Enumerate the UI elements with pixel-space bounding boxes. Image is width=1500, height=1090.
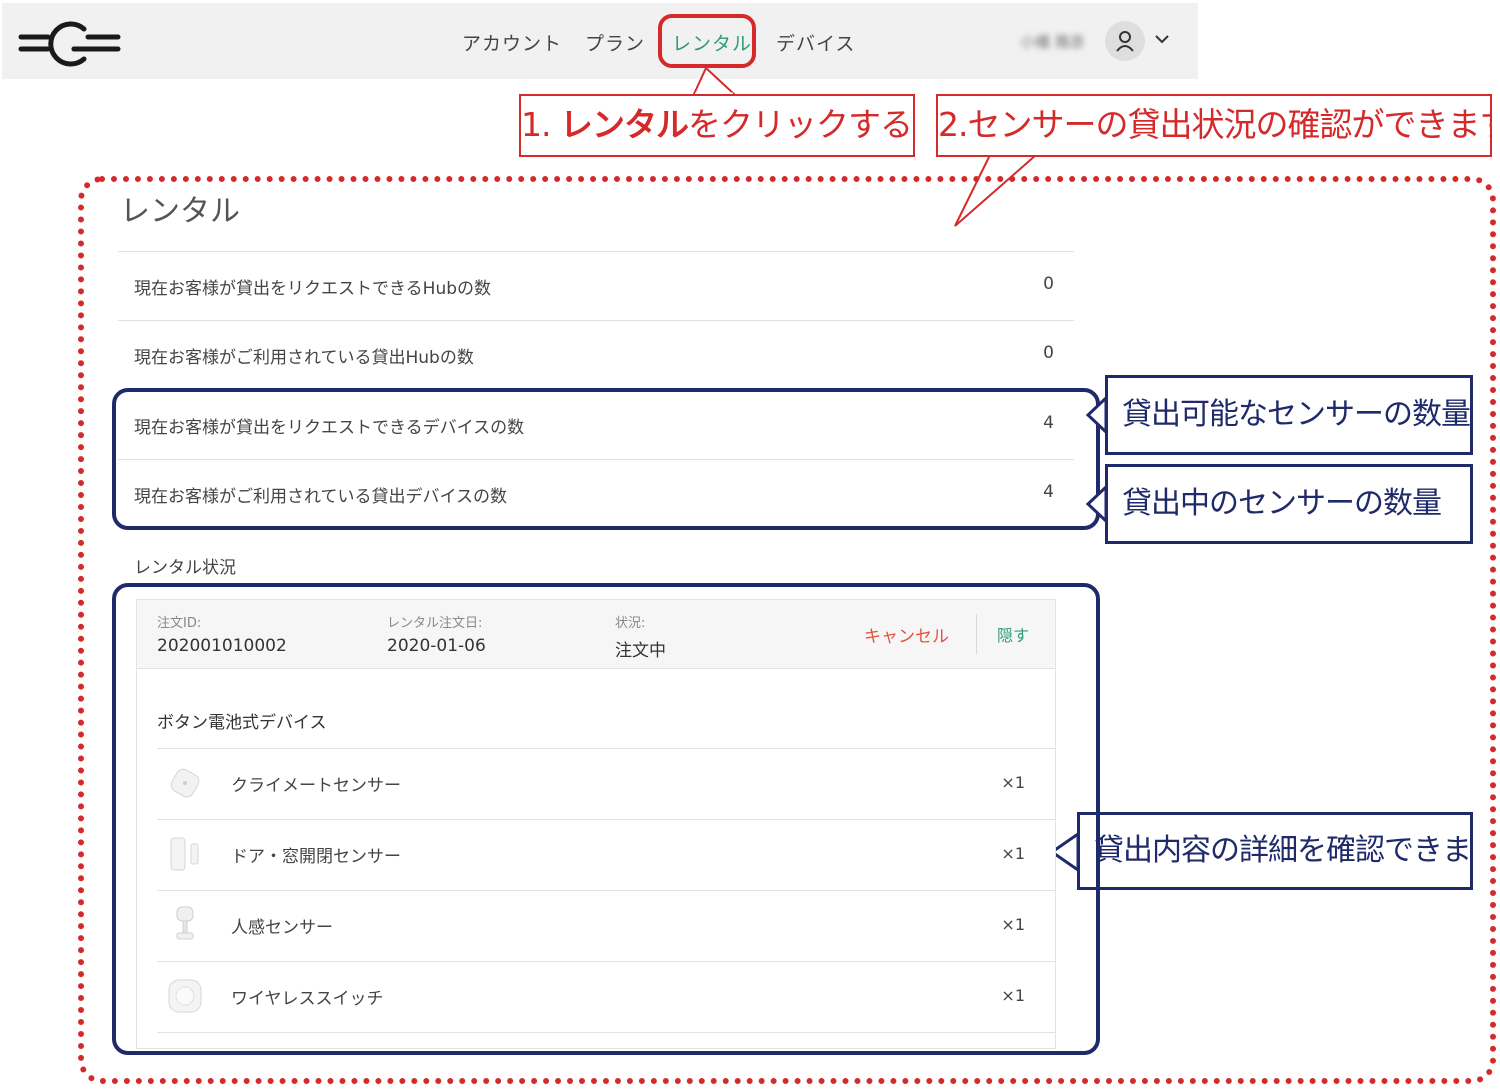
rental-status-label: レンタル状況 <box>134 558 236 578</box>
requestable-sensors-callout: 貸出可能なセンサーの数量 <box>1105 375 1473 455</box>
order-detail-callout: 貸出内容の詳細を確認できます <box>1077 812 1473 890</box>
in-use-sensors-callout: 貸出中のセンサーの数量 <box>1105 464 1473 544</box>
order-detail-highlight <box>112 583 1100 1055</box>
